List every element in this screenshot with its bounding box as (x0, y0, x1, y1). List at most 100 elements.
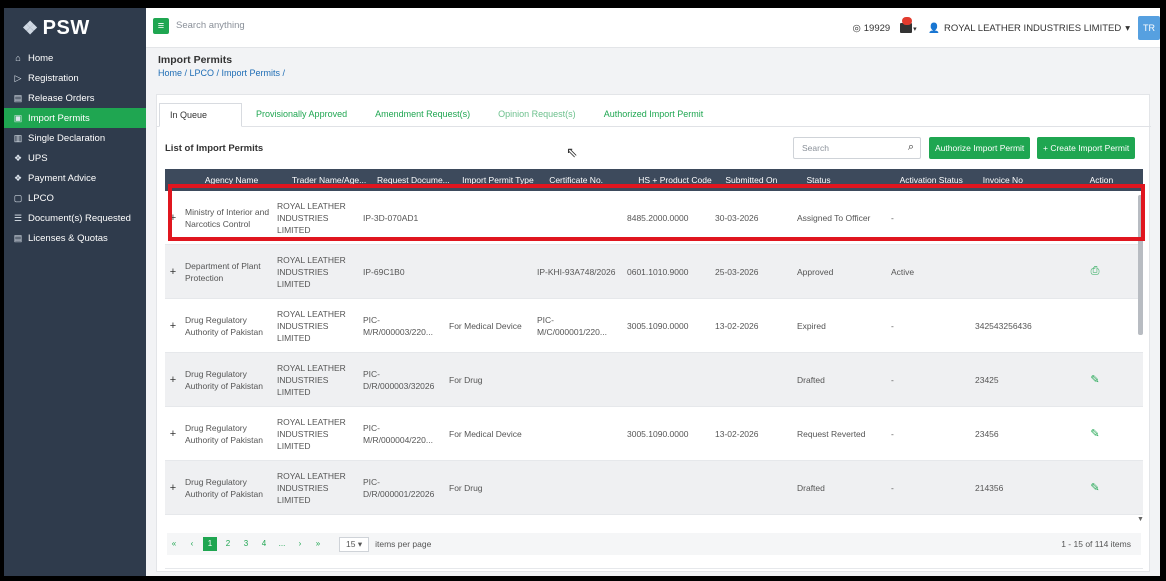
sidebar-item-lpco[interactable]: ▢ LPCO (4, 188, 146, 208)
per-page-select[interactable]: 15 ▾ (339, 536, 370, 552)
cell-hs: 3005.1090.0000 (627, 320, 689, 331)
cell-trader: ROYAL LEATHER INDUSTRIES LIMITED (277, 362, 346, 397)
edit-icon[interactable]: ✎ (1053, 481, 1137, 494)
cell-agency: Drug Regulatory Authority of Pakistan (185, 368, 263, 391)
cell-request: PIC-M/R/000004/220... (363, 422, 433, 445)
table-row[interactable]: + Drug Regulatory Authority of Pakistan RO… (165, 299, 1143, 353)
table-row[interactable]: + Drug Regulatory Authority of Pakistan RO… (165, 353, 1143, 407)
user-avatar[interactable]: TR (1138, 16, 1160, 40)
notifications-button[interactable]: ▾ (900, 17, 917, 35)
expand-row-icon[interactable]: + (165, 320, 181, 332)
page-button[interactable]: 4 (257, 537, 271, 551)
content-card: In Queue Provisionally Approved Amendment … (156, 94, 1151, 572)
sidebar-item-release-orders[interactable]: ▤ Release Orders (4, 88, 146, 108)
edit-icon[interactable]: ✎ (1053, 373, 1137, 386)
sidebar-item-label: Import Permits (28, 112, 90, 124)
cell-request: PIC-M/R/000003/220... (363, 314, 433, 337)
cell-request: IP-69C1B0 (363, 266, 405, 277)
chevron-down-icon: ▾ (1125, 22, 1130, 34)
per-page-value: 15 (346, 538, 356, 549)
authorize-import-permit-button[interactable]: Authorize Import Permit (929, 137, 1031, 159)
coins-value: 19929 (863, 22, 891, 34)
psw-logo[interactable]: ❖ PSW (4, 8, 146, 48)
home-icon: ⌂ (15, 53, 21, 63)
registration-icon: ▷ (14, 72, 22, 83)
sidebar-item-registration[interactable]: ▷ Registration (4, 68, 146, 88)
tab-in-queue[interactable]: In Queue (159, 103, 243, 127)
cell-invoice: 214356 (975, 482, 1004, 493)
sidebar-item-payment-advice[interactable]: ❖ Payment Advice (4, 168, 146, 188)
main-area: ≡ Search anything ◎ 19929 ▾ 👤 ROYAL LEAT… (146, 8, 1160, 576)
highlight-box (168, 184, 1145, 241)
page-button[interactable]: ... (275, 537, 289, 551)
cell-certificate: IP-KHI-93A748/2026 (537, 266, 616, 277)
expand-row-icon[interactable]: + (165, 428, 181, 440)
cell-activation: - (891, 482, 894, 493)
sidebar-item-single-declaration[interactable]: ▥ Single Declaration (4, 128, 146, 148)
user-name: ROYAL LEATHER INDUSTRIES LIMITED (944, 22, 1122, 34)
table-row[interactable]: + Department of Plant Protection ROYAL LEA… (165, 245, 1143, 299)
cell-certificate: PIC-M/C/000001/220... (537, 314, 607, 337)
sidebar-item-label: Home (28, 52, 54, 64)
print-icon[interactable]: ⎙ (1053, 265, 1137, 278)
cell-status: Approved (797, 266, 834, 277)
sidebar-item-document-s-requested[interactable]: ☰ Document(s) Requested (4, 208, 146, 228)
cell-status: Request Reverted (797, 428, 866, 439)
sidebar-item-label: Licenses & Quotas (28, 232, 108, 244)
tab-provisionally-approved[interactable]: Provisionally Approved (242, 103, 361, 127)
table-row[interactable]: + Drug Regulatory Authority of Pakistan RO… (165, 407, 1143, 461)
list-search-input[interactable]: Search ⌕ (793, 137, 921, 159)
sidebar-item-ups[interactable]: ❖ UPS (4, 148, 146, 168)
tab-opinion-request-s[interactable]: Opinion Request(s) (484, 103, 590, 127)
user-menu[interactable]: 👤 ROYAL LEATHER INDUSTRIES LIMITED ▾ (928, 23, 1130, 34)
edit-icon[interactable]: ✎ (1053, 427, 1137, 440)
cell-activation: - (891, 428, 894, 439)
cell-status: Drafted (797, 374, 825, 385)
cell-activation: - (891, 320, 894, 331)
sidebar-item-home[interactable]: ⌂ Home (4, 48, 146, 68)
expand-row-icon[interactable]: + (165, 374, 181, 386)
page-button[interactable]: 1 (203, 537, 217, 551)
search-placeholder: Search (802, 143, 829, 153)
expand-row-icon[interactable]: + (165, 266, 181, 278)
cell-trader: ROYAL LEATHER INDUSTRIES LIMITED (277, 416, 346, 451)
import-permits-icon: ▣ (13, 112, 23, 123)
sidebar-item-import-permits[interactable]: ▣ Import Permits (4, 108, 146, 128)
tab-amendment-request-s[interactable]: Amendment Request(s) (361, 103, 484, 127)
coin-icon: ◎ (852, 22, 861, 34)
first-page-button[interactable]: « (167, 537, 181, 551)
scroll-down-icon[interactable]: ▼ (1137, 516, 1144, 523)
expand-row-icon[interactable]: + (165, 482, 181, 494)
last-page-button[interactable]: » (311, 537, 325, 551)
coins-counter[interactable]: ◎ 19929 (852, 23, 890, 34)
sidebar-item-label: Payment Advice (28, 172, 97, 184)
sidebar-item-label: Document(s) Requested (28, 212, 131, 224)
table-row[interactable]: + Drug Regulatory Authority of Pakistan RO… (165, 461, 1143, 515)
cell-trader: ROYAL LEATHER INDUSTRIES LIMITED (277, 470, 346, 505)
list-title: List of Import Permits (165, 143, 264, 154)
page-button[interactable]: 2 (221, 537, 235, 551)
menu-toggle-button[interactable]: ≡ (153, 18, 169, 34)
pagination: « ‹ 1 2 3 4... › » 15 ▾ items per page 1 - … (167, 533, 1141, 555)
next-page-button[interactable]: › (293, 537, 307, 551)
cell-type: For Drug (449, 374, 483, 385)
release-orders-icon: ▤ (13, 92, 23, 103)
tab-authorized-import-permit[interactable]: Authorized Import Permit (590, 103, 718, 127)
cell-hs: 3005.1090.0000 (627, 428, 689, 439)
page-button[interactable]: 3 (239, 537, 253, 551)
cell-activation: - (891, 374, 894, 385)
search-icon[interactable]: ⌕ (908, 141, 914, 154)
create-import-permit-button[interactable]: + Create Import Permit (1037, 137, 1136, 159)
breadcrumb[interactable]: Home / LPCO / Import Permits / (158, 68, 285, 78)
sidebar-item-label: Single Declaration (28, 132, 106, 144)
global-search-input[interactable]: Search anything (176, 20, 245, 31)
payment-advice-icon: ❖ (13, 172, 23, 183)
cell-invoice: 342543256436 (975, 320, 1032, 331)
sidebar-item-licenses-quotas[interactable]: ▤ Licenses & Quotas (4, 228, 146, 248)
sidebar: ❖ PSW ⌂ Home ▷ Registration ▤ Release Orders ▣… (4, 8, 146, 576)
cell-type: For Medical Device (449, 320, 522, 331)
brand-name: PSW (42, 16, 90, 39)
psw-logo-icon: ❖ (22, 17, 39, 38)
prev-page-button[interactable]: ‹ (185, 537, 199, 551)
licenses-quotas-icon: ▤ (13, 232, 23, 243)
